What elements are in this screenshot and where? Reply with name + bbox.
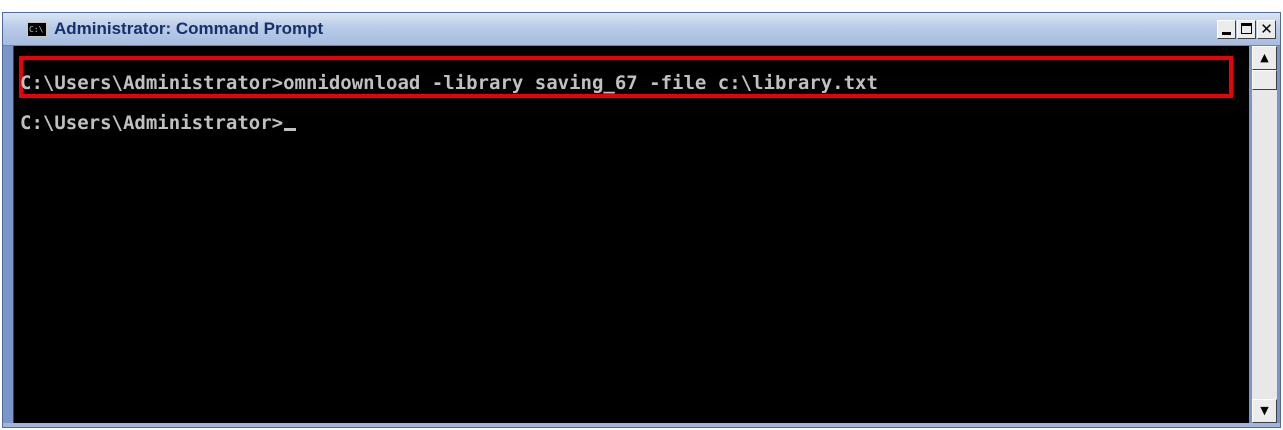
window-bottom-frame [3, 423, 1280, 427]
console-output[interactable]: C:\Users\Administrator>omnidownload -lib… [13, 46, 1249, 423]
window-title: Administrator: Command Prompt [54, 19, 324, 38]
text-cursor [284, 128, 297, 131]
close-icon: ✕ [1260, 20, 1273, 38]
console-line-prompt: C:\Users\Administrator> [20, 112, 297, 134]
arrow-up-icon: ▲ [1260, 51, 1269, 64]
command-prompt-window: C:\ Administrator: Command Prompt ✕ C:\U… [2, 12, 1281, 428]
maximize-button[interactable] [1237, 20, 1256, 39]
close-button[interactable]: ✕ [1257, 20, 1276, 39]
background-strip [0, 0, 1283, 12]
cmd-icon[interactable]: C:\ [27, 22, 47, 37]
scroll-up-button[interactable]: ▲ [1252, 46, 1277, 70]
minimize-icon [1222, 32, 1231, 35]
minimize-button[interactable] [1217, 20, 1236, 39]
scroll-down-button[interactable]: ▼ [1252, 399, 1277, 423]
title-bar[interactable]: C:\ Administrator: Command Prompt ✕ [3, 13, 1280, 46]
maximize-icon [1241, 23, 1252, 34]
console-line-command: C:\Users\Administrator>omnidownload -lib… [20, 72, 878, 94]
arrow-down-icon: ▼ [1260, 404, 1269, 417]
prompt-text: C:\Users\Administrator> [20, 112, 284, 134]
scroll-thumb[interactable] [1252, 70, 1277, 90]
vertical-scrollbar[interactable]: ▲ ▼ [1252, 46, 1277, 423]
